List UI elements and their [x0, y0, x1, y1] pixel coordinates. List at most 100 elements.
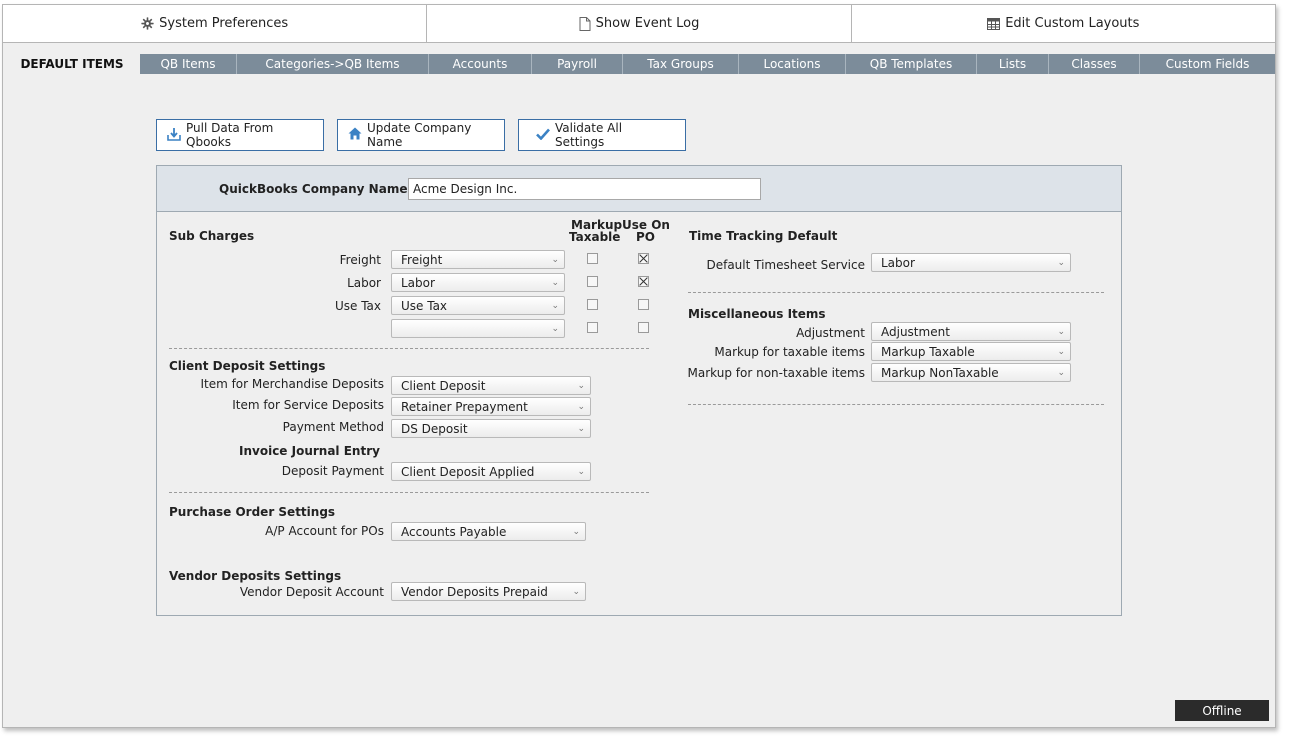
pull-data-button[interactable]: Pull Data From Qbooks	[156, 119, 324, 151]
labor-select[interactable]: Labor ⌄	[391, 273, 565, 292]
freight-select[interactable]: Freight ⌄	[391, 250, 565, 269]
vendor-deposits-heading: Vendor Deposits Settings	[169, 569, 342, 583]
merch-deposit-label: Item for Merchandise Deposits	[200, 377, 384, 391]
tab-tax-groups[interactable]: Tax Groups	[623, 54, 739, 74]
freight-use-on-po-checkbox[interactable]	[638, 253, 649, 264]
top-toolbar: System Preferences Show Event Log Edit C…	[3, 5, 1275, 43]
labor-label: Labor	[347, 276, 381, 290]
markup-nontaxable-select[interactable]: Markup NonTaxable ⌄	[871, 363, 1071, 382]
tab-accounts[interactable]: Accounts	[429, 54, 532, 74]
system-preferences-button[interactable]: System Preferences	[3, 5, 428, 42]
payment-method-select[interactable]: DS Deposit ⌄	[391, 419, 591, 438]
chevron-down-icon: ⌄	[551, 301, 559, 311]
purchase-order-heading: Purchase Order Settings	[169, 505, 336, 519]
deposit-payment-select[interactable]: Client Deposit Applied ⌄	[391, 462, 591, 481]
use-tax-label: Use Tax	[334, 299, 381, 313]
pull-data-label: Pull Data From Qbooks	[186, 121, 274, 149]
sub-charges-heading: Sub Charges	[169, 229, 255, 243]
freight-select-value: Freight	[401, 253, 443, 267]
status-badge: Offline	[1175, 700, 1269, 721]
markup-nontaxable-label: Markup for non-taxable items	[687, 366, 865, 380]
chevron-down-icon: ⌄	[577, 381, 585, 391]
tab-categories-qb-items[interactable]: Categories->QB Items	[237, 54, 429, 74]
vendor-deposit-account-select[interactable]: Vendor Deposits Prepaid ⌄	[391, 582, 586, 601]
misc-items-heading: Miscellaneous Items	[688, 307, 826, 321]
default-items-panel: QuickBooks Company Name Acme Design Inc.…	[156, 165, 1122, 616]
service-deposit-select-value: Retainer Prepayment	[401, 400, 528, 414]
adjustment-select[interactable]: Adjustment ⌄	[871, 322, 1071, 341]
chevron-down-icon: ⌄	[577, 402, 585, 412]
chevron-down-icon: ⌄	[551, 278, 559, 288]
use-tax-select-value: Use Tax	[401, 299, 448, 313]
payment-method-select-value: DS Deposit	[401, 422, 468, 436]
table-icon	[987, 17, 1001, 30]
deposit-payment-select-value: Client Deposit Applied	[401, 465, 535, 479]
tab-qb-templates[interactable]: QB Templates	[846, 54, 977, 74]
vendor-deposit-account-select-value: Vendor Deposits Prepaid	[401, 585, 548, 599]
chevron-down-icon: ⌄	[577, 424, 585, 434]
service-deposit-select[interactable]: Retainer Prepayment ⌄	[391, 397, 591, 416]
system-preferences-label: System Preferences	[159, 16, 289, 31]
checkmark-icon	[536, 128, 550, 143]
extra-use-on-po-checkbox[interactable]	[638, 322, 649, 333]
extra-charge-select[interactable]: ⌄	[391, 319, 565, 338]
use-on-po-col-header-line2: PO	[636, 230, 655, 244]
show-event-log-label: Show Event Log	[595, 16, 700, 31]
tab-default-items[interactable]: DEFAULT ITEMS	[4, 54, 140, 74]
timesheet-service-select-value: Labor	[881, 256, 915, 270]
adjustment-select-value: Adjustment	[881, 325, 950, 339]
chevron-down-icon: ⌄	[1057, 258, 1065, 268]
update-company-name-label: Update Company Name	[367, 121, 472, 149]
divider	[688, 404, 1104, 405]
vendor-deposit-account-label: Vendor Deposit Account	[239, 585, 384, 599]
tab-locations[interactable]: Locations	[739, 54, 846, 74]
payment-method-label: Payment Method	[282, 420, 384, 434]
tab-classes[interactable]: Classes	[1049, 54, 1140, 74]
home-icon	[348, 127, 362, 143]
chevron-down-icon: ⌄	[1057, 347, 1065, 357]
company-name-header: QuickBooks Company Name Acme Design Inc.	[157, 166, 1121, 212]
company-name-label: QuickBooks Company Name	[219, 182, 408, 196]
divider	[169, 492, 649, 493]
merch-deposit-select-value: Client Deposit	[401, 379, 486, 393]
ap-account-select[interactable]: Accounts Payable ⌄	[391, 522, 586, 541]
company-name-input[interactable]: Acme Design Inc.	[408, 178, 761, 200]
settings-window: System Preferences Show Event Log Edit C…	[2, 4, 1276, 728]
validate-all-settings-button[interactable]: Validate All Settings	[518, 119, 686, 151]
labor-use-on-po-checkbox[interactable]	[638, 276, 649, 287]
timesheet-service-select[interactable]: Labor ⌄	[871, 253, 1071, 272]
tab-qb-items[interactable]: QB Items	[140, 54, 237, 74]
timesheet-service-label: Default Timesheet Service	[706, 258, 865, 272]
use-tax-use-on-po-checkbox[interactable]	[638, 299, 649, 310]
show-event-log-button[interactable]: Show Event Log	[427, 5, 852, 42]
chevron-down-icon: ⌄	[1057, 327, 1065, 337]
markup-taxable-select[interactable]: Markup Taxable ⌄	[871, 342, 1071, 361]
freight-markup-taxable-checkbox[interactable]	[587, 253, 598, 264]
markup-taxable-label: Markup for taxable items	[714, 345, 865, 359]
chevron-down-icon: ⌄	[551, 255, 559, 265]
validate-all-settings-label: Validate All Settings	[555, 121, 623, 149]
download-icon	[167, 127, 181, 144]
use-tax-select[interactable]: Use Tax ⌄	[391, 296, 565, 315]
edit-custom-layouts-button[interactable]: Edit Custom Layouts	[852, 5, 1275, 42]
divider	[169, 348, 649, 349]
update-company-name-button[interactable]: Update Company Name	[337, 119, 505, 151]
time-tracking-heading: Time Tracking Default	[689, 229, 838, 243]
client-deposit-heading: Client Deposit Settings	[169, 359, 326, 373]
service-deposit-label: Item for Service Deposits	[232, 398, 384, 412]
merch-deposit-select[interactable]: Client Deposit ⌄	[391, 376, 591, 395]
use-tax-markup-taxable-checkbox[interactable]	[587, 299, 598, 310]
labor-select-value: Labor	[401, 276, 435, 290]
tab-lists[interactable]: Lists	[977, 54, 1049, 74]
edit-custom-layouts-label: Edit Custom Layouts	[1005, 16, 1140, 31]
deposit-payment-label: Deposit Payment	[281, 464, 384, 478]
ap-account-label: A/P Account for POs	[265, 524, 384, 538]
labor-markup-taxable-checkbox[interactable]	[587, 276, 598, 287]
divider	[688, 292, 1104, 293]
markup-taxable-select-value: Markup Taxable	[881, 345, 975, 359]
extra-markup-taxable-checkbox[interactable]	[587, 322, 598, 333]
tab-payroll[interactable]: Payroll	[532, 54, 623, 74]
chevron-down-icon: ⌄	[572, 587, 580, 597]
tab-custom-fields[interactable]: Custom Fields	[1140, 54, 1275, 74]
markup-nontaxable-select-value: Markup NonTaxable	[881, 366, 999, 380]
